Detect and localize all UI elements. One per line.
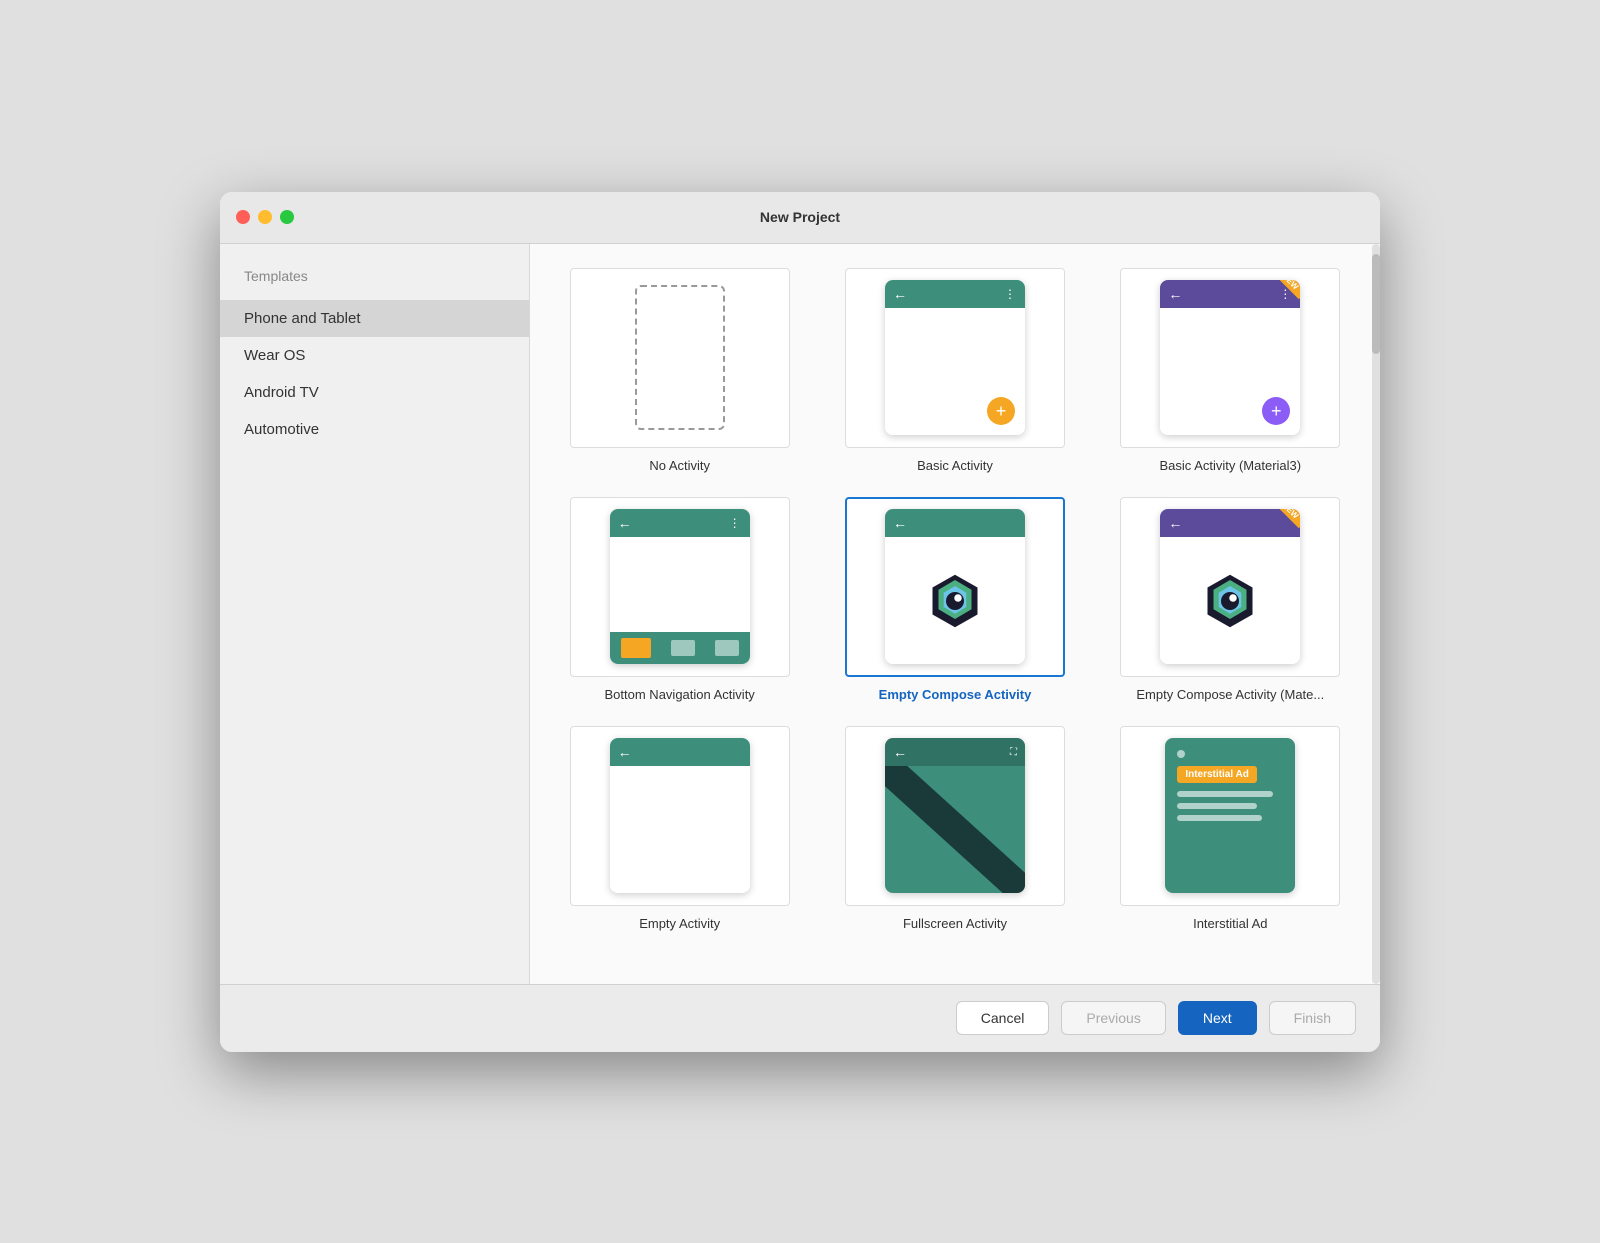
scrollbar[interactable] xyxy=(1372,244,1380,984)
maximize-button[interactable] xyxy=(280,210,294,224)
content-line-1 xyxy=(1177,791,1272,797)
interstitial-phone: Interstitial Ad xyxy=(1165,738,1295,893)
template-preview-basic-m3: ← ⋮ + PREVIEW xyxy=(1120,268,1340,448)
basic-m3-phone: ← ⋮ + PREVIEW xyxy=(1160,280,1300,435)
preview-badge-m3: PREVIEW xyxy=(1250,509,1300,559)
preview-badge: PREVIEW xyxy=(1250,280,1300,330)
empty-compose-toolbar: ← xyxy=(885,509,1025,537)
traffic-lights xyxy=(236,210,294,224)
menu-icon: ⋮ xyxy=(1004,287,1017,301)
bottom-nav-body xyxy=(610,537,750,632)
template-fullscreen[interactable]: ← ⛶ Fullscreen Activity xyxy=(829,726,1080,931)
template-preview-no-activity xyxy=(570,268,790,448)
empty-activity-toolbar: ← xyxy=(610,738,750,766)
template-preview-fullscreen: ← ⛶ xyxy=(845,726,1065,906)
empty-compose-phone: ← xyxy=(885,509,1025,664)
back-arrow-empty-icon: ← xyxy=(618,744,632,760)
preview-badge-label: PREVIEW xyxy=(1260,280,1300,299)
template-label-empty-compose-m3: Empty Compose Activity (Mate... xyxy=(1136,687,1324,702)
fullscreen-expand-icon: ⛶ xyxy=(1010,747,1017,758)
interstitial-content xyxy=(1177,791,1283,821)
camera-icon xyxy=(1177,750,1185,758)
empty-activity-phone: ← xyxy=(610,738,750,893)
template-label-interstitial: Interstitial Ad xyxy=(1193,916,1267,931)
template-label-basic-activity: Basic Activity xyxy=(917,458,993,473)
content-line-2 xyxy=(1177,803,1257,809)
bottom-nav-phone: ← ⋮ xyxy=(610,509,750,664)
menu-nav-icon: ⋮ xyxy=(729,516,742,530)
back-arrow-compose-icon: ← xyxy=(893,515,907,531)
titlebar: New Project xyxy=(220,192,1380,244)
template-basic-activity[interactable]: ← ⋮ + Basic Activity xyxy=(829,268,1080,473)
previous-button[interactable]: Previous xyxy=(1061,1001,1165,1035)
template-interstitial-ad[interactable]: Interstitial Ad Interstitial Ad xyxy=(1105,726,1356,931)
back-arrow-fullscreen-icon: ← xyxy=(893,744,907,760)
sidebar-item-wear-os[interactable]: Wear OS xyxy=(220,337,529,374)
fullscreen-toolbar: ← ⛶ xyxy=(885,738,1025,766)
back-arrow-compose-m3-icon: ← xyxy=(1168,515,1182,531)
fab-icon: + xyxy=(987,397,1015,425)
basic-activity-body: + xyxy=(885,308,1025,435)
finish-button[interactable]: Finish xyxy=(1269,1001,1356,1035)
minimize-button[interactable] xyxy=(258,210,272,224)
fab-m3-icon: + xyxy=(1262,397,1290,425)
back-arrow-nav-icon: ← xyxy=(618,515,632,531)
preview-badge-m3-label: PREVIEW xyxy=(1260,509,1300,528)
content-area: Templates Phone and Tablet Wear OS Andro… xyxy=(220,244,1380,984)
diagonal-decoration xyxy=(885,766,1025,893)
template-label-bottom-nav: Bottom Navigation Activity xyxy=(605,687,755,702)
templates-grid: No Activity ← ⋮ + xyxy=(554,268,1356,931)
empty-compose-m3-phone: ← xyxy=(1160,509,1300,664)
next-button[interactable]: Next xyxy=(1178,1001,1257,1035)
android-logo-icon xyxy=(925,571,985,631)
template-preview-basic-activity: ← ⋮ + xyxy=(845,268,1065,448)
template-preview-bottom-nav: ← ⋮ xyxy=(570,497,790,677)
android-logo-m3-icon xyxy=(1200,571,1260,631)
content-line-3 xyxy=(1177,815,1262,821)
window-title: New Project xyxy=(760,209,840,225)
basic-activity-toolbar: ← ⋮ xyxy=(885,280,1025,308)
nav-item-active xyxy=(621,638,651,658)
nav-item-3 xyxy=(715,640,739,656)
template-bottom-nav[interactable]: ← ⋮ Bottom Navigation Activity xyxy=(554,497,805,702)
empty-activity-body xyxy=(610,766,750,893)
empty-compose-body xyxy=(885,537,1025,664)
sidebar-title: Templates xyxy=(220,268,529,300)
template-preview-interstitial: Interstitial Ad xyxy=(1120,726,1340,906)
no-activity-phone-icon xyxy=(635,285,725,430)
template-preview-empty-compose: ← xyxy=(845,497,1065,677)
template-label-basic-m3: Basic Activity (Material3) xyxy=(1160,458,1302,473)
template-preview-empty-compose-m3: ← xyxy=(1120,497,1340,677)
footer: Cancel Previous Next Finish xyxy=(220,984,1380,1052)
back-arrow-m3-icon: ← xyxy=(1168,286,1182,302)
template-empty-compose[interactable]: ← xyxy=(829,497,1080,702)
template-label-empty-compose: Empty Compose Activity xyxy=(879,687,1032,702)
bottom-nav-bar xyxy=(610,632,750,664)
cancel-button[interactable]: Cancel xyxy=(956,1001,1050,1035)
template-empty-compose-m3[interactable]: ← xyxy=(1105,497,1356,702)
sidebar-item-phone-tablet[interactable]: Phone and Tablet xyxy=(220,300,529,337)
sidebar-item-android-tv[interactable]: Android TV xyxy=(220,374,529,411)
nav-item-2 xyxy=(671,640,695,656)
bottom-nav-toolbar: ← ⋮ xyxy=(610,509,750,537)
template-label-fullscreen: Fullscreen Activity xyxy=(903,916,1007,931)
template-basic-activity-m3[interactable]: ← ⋮ + PREVIEW Basic Activity (Material3) xyxy=(1105,268,1356,473)
template-no-activity[interactable]: No Activity xyxy=(554,268,805,473)
template-label-no-activity: No Activity xyxy=(649,458,710,473)
sidebar-item-automotive[interactable]: Automotive xyxy=(220,411,529,448)
fullscreen-phone: ← ⛶ xyxy=(885,738,1025,893)
sidebar: Templates Phone and Tablet Wear OS Andro… xyxy=(220,244,530,984)
close-button[interactable] xyxy=(236,210,250,224)
scrollbar-thumb[interactable] xyxy=(1372,254,1380,354)
template-preview-empty-activity: ← xyxy=(570,726,790,906)
basic-activity-phone: ← ⋮ + xyxy=(885,280,1025,435)
fullscreen-body xyxy=(885,766,1025,893)
template-empty-activity[interactable]: ← Empty Activity xyxy=(554,726,805,931)
interstitial-ad-badge: Interstitial Ad xyxy=(1177,766,1257,783)
template-label-empty-activity: Empty Activity xyxy=(639,916,720,931)
main-window: New Project Templates Phone and Tablet W… xyxy=(220,192,1380,1052)
templates-grid-area: No Activity ← ⋮ + xyxy=(530,244,1380,984)
back-arrow-icon: ← xyxy=(893,286,907,302)
